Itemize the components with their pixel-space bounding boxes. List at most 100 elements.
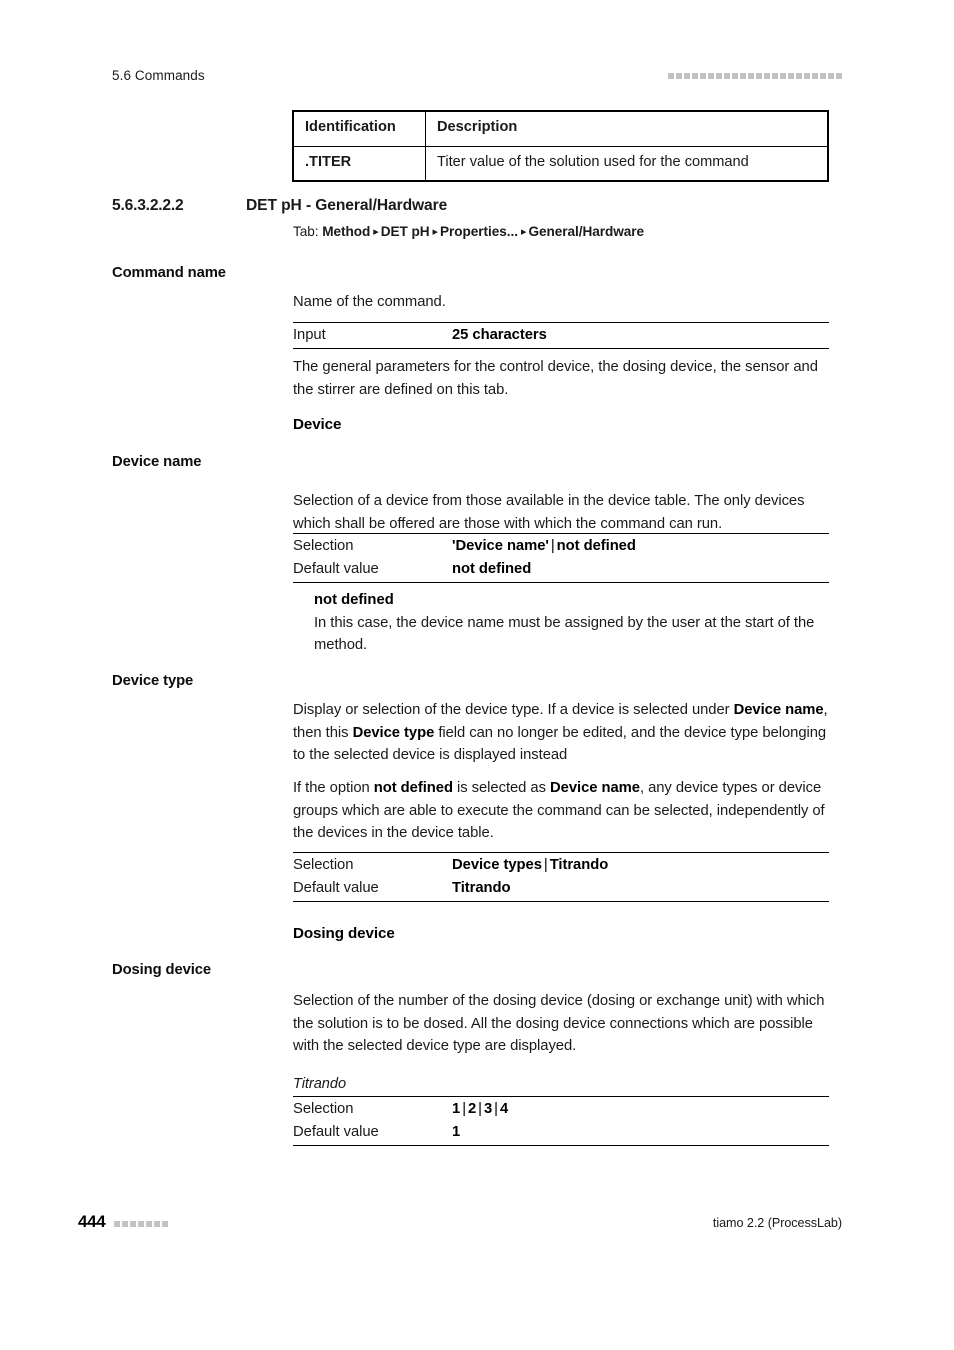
value-option: 4 <box>499 1101 509 1117</box>
table-header-row: Identification Description <box>293 111 828 147</box>
decoration-square <box>692 73 698 79</box>
emphasis-text: Device name <box>550 780 640 796</box>
decoration-square <box>130 1221 136 1227</box>
body-text: If the option <box>293 780 374 796</box>
header-decoration-squares <box>668 73 842 79</box>
value-option: Titrando <box>549 857 609 873</box>
spec-value: 'Device name' | not defined <box>452 535 636 558</box>
spec-key: Selection <box>293 857 354 873</box>
command-name-after-text: The general parameters for the control d… <box>293 356 829 401</box>
breadcrumb-separator-icon: ▸ <box>520 226 527 238</box>
page-footer: 444 tiamo 2.2 (ProcessLab) <box>78 1212 842 1236</box>
decoration-square <box>676 73 682 79</box>
command-name-description: Name of the command. <box>293 291 829 314</box>
column-header-description: Description <box>425 111 828 147</box>
breadcrumb-separator-icon: ▸ <box>373 226 379 238</box>
value-option: 1 <box>452 1101 461 1117</box>
spec-key: Input <box>293 327 326 343</box>
breadcrumb-lead: Tab: <box>293 224 323 239</box>
device-type-spec-table: Selection Device types | Titrando Default … <box>293 852 829 902</box>
value-option: 'Device name' <box>452 538 549 554</box>
value-option: 1 <box>452 1124 461 1140</box>
decoration-square <box>708 73 714 79</box>
spec-row: Selection Device types | Titrando <box>293 854 829 877</box>
decoration-square <box>138 1221 144 1227</box>
page-number: 444 <box>78 1212 106 1231</box>
decoration-square <box>836 73 842 79</box>
spec-value: not defined <box>452 558 531 581</box>
decoration-square <box>812 73 818 79</box>
identification-table: Identification Description .TITER Titer … <box>292 110 829 182</box>
spec-caption: Titrando <box>293 1076 347 1092</box>
value-separator: | <box>543 857 548 873</box>
decoration-square <box>804 73 810 79</box>
decoration-square <box>748 73 754 79</box>
spec-key: Selection <box>293 538 354 554</box>
margin-label-command-name: Command name <box>112 265 226 281</box>
value-option: 3 <box>483 1101 493 1117</box>
cell-identification: .TITER <box>293 145 426 181</box>
paragraph: Name of the command. <box>293 294 446 310</box>
decoration-square <box>780 73 786 79</box>
spec-value: 1 <box>452 1121 460 1144</box>
value-separator: | <box>478 1101 482 1117</box>
decoration-square <box>162 1221 168 1227</box>
dosing-device-spec-table: Titrando Selection 1 | 2 | 3 | 4 Default value… <box>293 1074 829 1146</box>
document-page: 5.6 Commands Identification Description … <box>0 0 954 1350</box>
decoration-square <box>732 73 738 79</box>
value-option: not defined <box>556 538 636 554</box>
note-text: In this case, the device name must be as… <box>314 614 815 654</box>
running-head-title: 5.6 Commands <box>112 68 205 83</box>
paragraph: Selection of a device from those availab… <box>293 493 805 532</box>
decoration-square <box>756 73 762 79</box>
table-row: .TITER Titer value of the solution used … <box>293 145 828 181</box>
device-type-paragraph-1: Display or selection of the device type.… <box>293 699 829 767</box>
section-number: 5.6.3.2.2.2 <box>112 197 184 214</box>
margin-label-dosing-device: Dosing device <box>112 962 212 978</box>
value-option: 2 <box>467 1101 477 1117</box>
decoration-square <box>146 1221 152 1227</box>
value-option: not defined <box>452 561 532 577</box>
breadcrumb-item: Properties... <box>440 224 518 239</box>
decoration-square <box>788 73 794 79</box>
page-header: 5.6 Commands <box>112 68 842 88</box>
breadcrumb: Tab: Method ▸ DET pH ▸ Properties... ▸ General… <box>293 224 644 239</box>
paragraph: The general parameters for the control d… <box>293 359 818 398</box>
device-name-note: not defined In this case, the device nam… <box>293 589 829 657</box>
paragraph: Selection of the number of the dosing de… <box>293 993 825 1055</box>
spec-row: Input 25 characters <box>293 324 829 347</box>
emphasis-text: not defined <box>373 780 453 796</box>
group-heading-dosing-device: Dosing device <box>293 925 829 942</box>
footer-decoration-squares <box>114 1221 168 1227</box>
decoration-square <box>114 1221 120 1227</box>
group-heading-device: Device <box>293 416 829 433</box>
value-separator: | <box>494 1101 498 1117</box>
body-text: Display or selection of the device type.… <box>293 702 734 718</box>
margin-label-device-type: Device type <box>112 673 194 689</box>
spec-key: Default value <box>293 880 379 896</box>
column-header-identification: Identification <box>293 111 426 147</box>
spec-value: 1 | 2 | 3 | 4 <box>452 1098 508 1121</box>
decoration-square <box>122 1221 128 1227</box>
spec-row: Default value Titrando <box>293 877 829 900</box>
decoration-square <box>764 73 770 79</box>
body-text: is selected as <box>452 780 551 796</box>
spec-key: Default value <box>293 1124 379 1140</box>
device-name-spec-table: Selection 'Device name' | not defined Defa… <box>293 533 829 583</box>
device-type-paragraph-2: If the option not defined is selected as… <box>293 777 829 845</box>
margin-label-device-name: Device name <box>112 454 202 470</box>
decoration-square <box>668 73 674 79</box>
decoration-square <box>700 73 706 79</box>
section-title: DET pH - General/Hardware <box>246 197 448 214</box>
spec-key: Selection <box>293 1101 354 1117</box>
value-separator: | <box>462 1101 466 1117</box>
decoration-square <box>724 73 730 79</box>
decoration-square <box>684 73 690 79</box>
spec-row: Default value not defined <box>293 558 829 581</box>
spec-value: Titrando <box>452 877 511 900</box>
value-option: Device types <box>452 857 542 873</box>
decoration-square <box>772 73 778 79</box>
decoration-square <box>828 73 834 79</box>
breadcrumb-item: Method <box>322 224 371 239</box>
paragraph: If the option not defined is selected as… <box>293 777 829 845</box>
